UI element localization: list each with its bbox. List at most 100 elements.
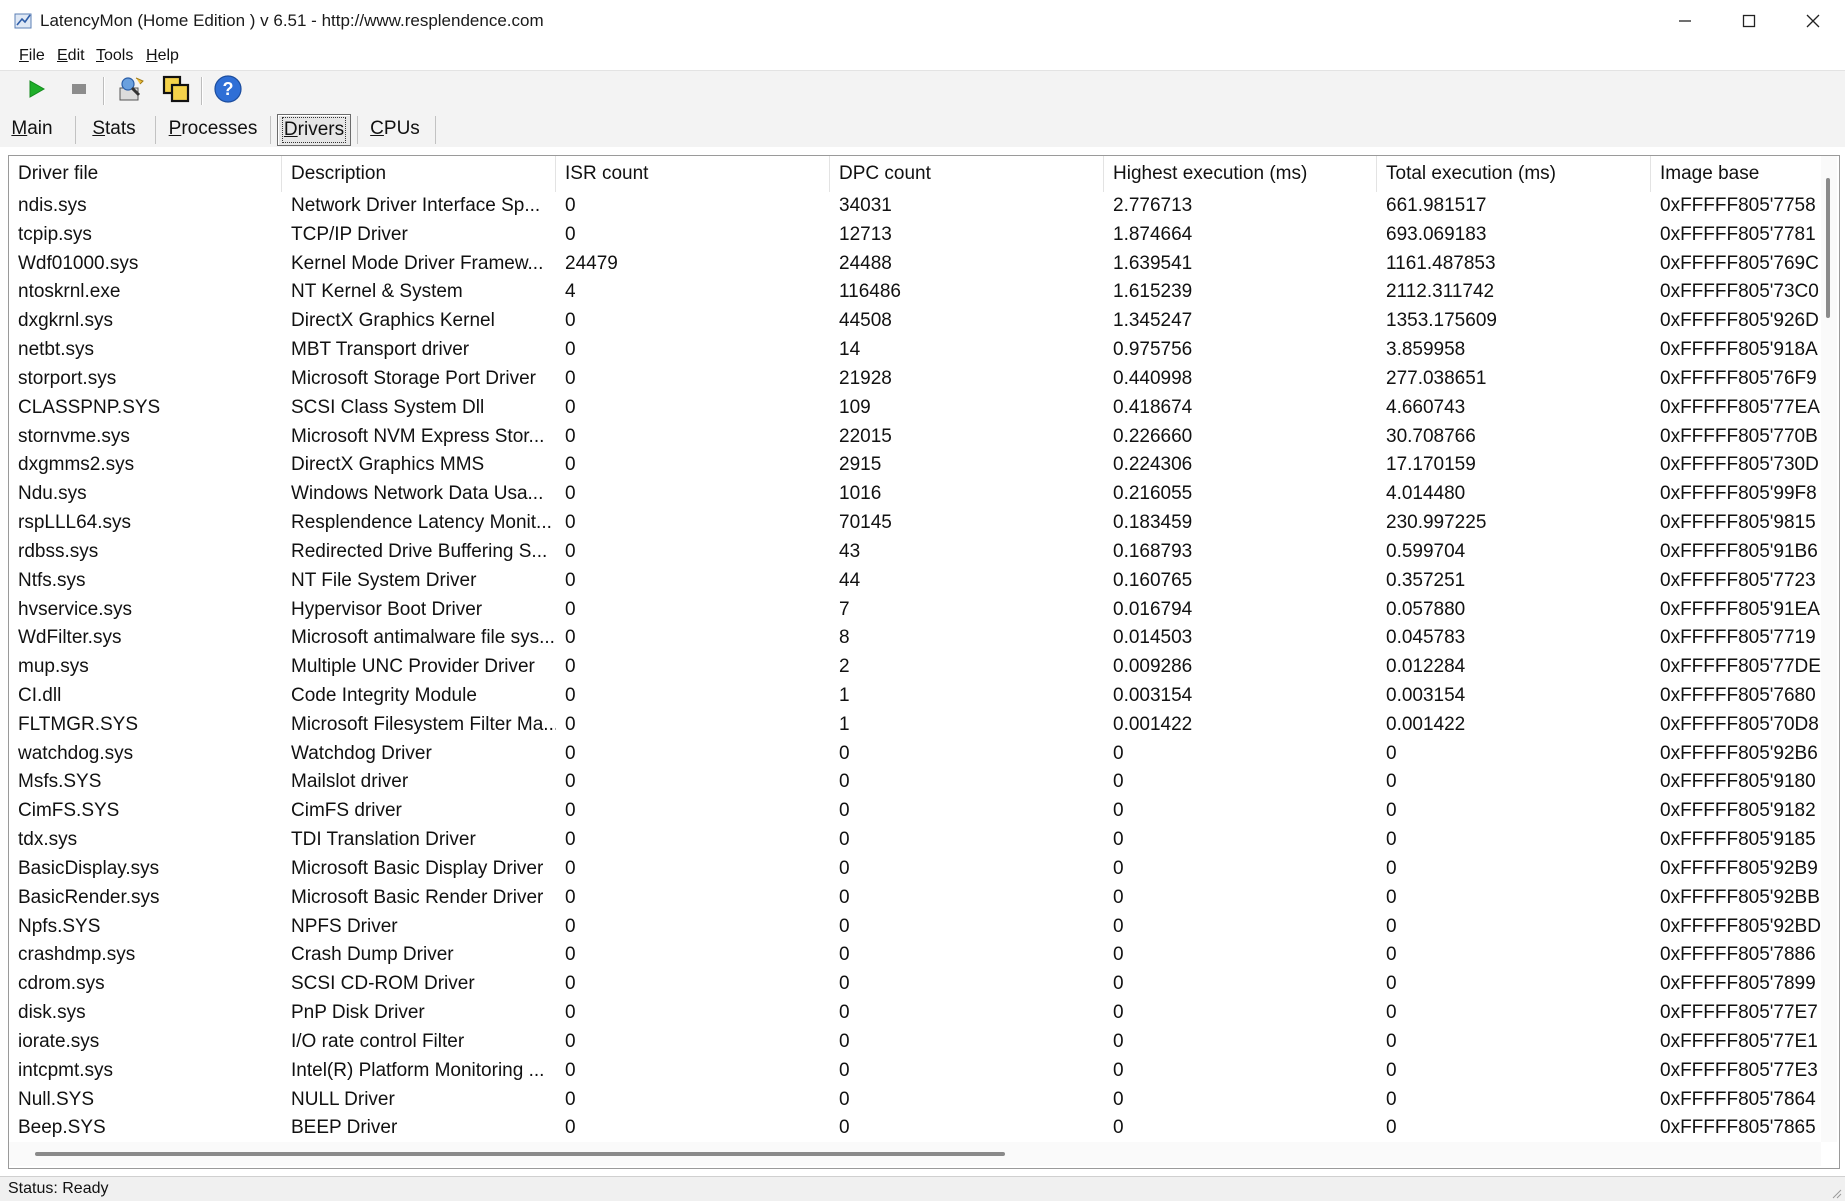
cell-total-execution: 0: [1386, 771, 1397, 793]
report-button[interactable]: [115, 75, 147, 107]
close-button[interactable]: [1781, 0, 1845, 42]
table-row[interactable]: crashdmp.sys Crash Dump Driver 0 0 0 0 0xFFFFF…: [9, 941, 1827, 970]
table-row[interactable]: Null.SYS NULL Driver 0 0 0 0 0xFFFFF805'7864: [9, 1086, 1827, 1115]
column-header-dpc-count[interactable]: DPC count: [830, 156, 1104, 192]
table-row[interactable]: BasicRender.sys Microsoft Basic Render Dr…: [9, 884, 1827, 913]
table-row[interactable]: ndis.sys Network Driver Interface Sp... 0 3…: [9, 192, 1827, 221]
table-row[interactable]: storport.sys Microsoft Storage Port Drive…: [9, 365, 1827, 394]
menu-help[interactable]: Help: [146, 47, 179, 65]
column-header-image-base[interactable]: Image base: [1651, 156, 1827, 192]
table-row[interactable]: Msfs.SYS Mailslot driver 0 0 0 0 0xFFFFF805'91…: [9, 768, 1827, 797]
window-title: LatencyMon (Home Edition ) v 6.51 - http…: [40, 11, 544, 30]
cell-total-execution: 0.012284: [1386, 656, 1466, 678]
table-row[interactable]: mup.sys Multiple UNC Provider Driver 0 2 0.0…: [9, 653, 1827, 682]
cell-highest-execution: 0.440998: [1113, 367, 1193, 389]
cell-isr-count: 0: [565, 713, 576, 735]
resize-grip-icon[interactable]: [1828, 1185, 1842, 1199]
table-row[interactable]: intcpmt.sys Intel(R) Platform Monitoring …: [9, 1057, 1827, 1086]
tab-cpus[interactable]: CPUs: [364, 114, 426, 144]
table-row[interactable]: tcpip.sys TCP/IP Driver 0 12713 1.874664 693.…: [9, 221, 1827, 250]
menu-tools[interactable]: Tools: [96, 47, 133, 65]
cell-description: Redirected Drive Buffering S...: [291, 540, 548, 562]
cell-driver-file: Wdf01000.sys: [18, 252, 139, 274]
table-row[interactable]: rdbss.sys Redirected Drive Buffering S...…: [9, 538, 1827, 567]
cell-total-execution: 0.045783: [1386, 627, 1466, 649]
maximize-button[interactable]: [1717, 0, 1781, 42]
table-row[interactable]: FLTMGR.SYS Microsoft Filesystem Filter Ma…: [9, 711, 1827, 740]
table-row[interactable]: iorate.sys I/O rate control Filter 0 0 0 0 0xF…: [9, 1028, 1827, 1057]
menu-file[interactable]: File: [19, 47, 45, 65]
table-row[interactable]: netbt.sys MBT Transport driver 0 14 0.975756…: [9, 336, 1827, 365]
vertical-scrollbar-thumb[interactable]: [1826, 178, 1830, 318]
cell-highest-execution: 1.639541: [1113, 252, 1193, 274]
table-row[interactable]: WdFilter.sys Microsoft antimalware file s…: [9, 624, 1827, 653]
tab-drivers-rest: rivers: [297, 119, 345, 140]
table-row[interactable]: CimFS.SYS CimFS driver 0 0 0 0 0xFFFFF805'9182: [9, 797, 1827, 826]
column-header-total-execution[interactable]: Total execution (ms): [1377, 156, 1651, 192]
table-row[interactable]: cdrom.sys SCSI CD-ROM Driver 0 0 0 0 0xFFFFF80…: [9, 970, 1827, 999]
table-row[interactable]: Npfs.SYS NPFS Driver 0 0 0 0 0xFFFFF805'92BD: [9, 913, 1827, 942]
table-row[interactable]: Ndu.sys Windows Network Data Usa... 0 1016 0…: [9, 480, 1827, 509]
cell-total-execution: 0: [1386, 800, 1397, 822]
menu-edit[interactable]: Edit: [57, 47, 85, 65]
table-row[interactable]: rspLLL64.sys Resplendence Latency Monit..…: [9, 509, 1827, 538]
table-row[interactable]: Ntfs.sys NT File System Driver 0 44 0.160765…: [9, 567, 1827, 596]
table-row[interactable]: hvservice.sys Hypervisor Boot Driver 0 7 0.0…: [9, 596, 1827, 625]
cell-isr-count: 0: [565, 771, 576, 793]
tab-separator: [435, 116, 436, 144]
cell-driver-file: Npfs.SYS: [18, 915, 101, 937]
cell-highest-execution: 0: [1113, 973, 1124, 995]
cell-isr-count: 0: [565, 425, 576, 447]
column-header-isr-count[interactable]: ISR count: [556, 156, 830, 192]
cell-dpc-count: 43: [839, 540, 861, 562]
table-row[interactable]: BasicDisplay.sys Microsoft Basic Display …: [9, 855, 1827, 884]
cell-description: TDI Translation Driver: [291, 829, 476, 851]
column-header-highest-execution[interactable]: Highest execution (ms): [1104, 156, 1377, 192]
horizontal-scrollbar-thumb[interactable]: [35, 1152, 1005, 1156]
cell-highest-execution: 0: [1113, 857, 1124, 879]
tab-stats[interactable]: Stats: [83, 114, 145, 144]
stop-button[interactable]: [63, 75, 95, 107]
table-row[interactable]: ntoskrnl.exe NT Kernel & System 4 116486 1.6…: [9, 278, 1827, 307]
tab-main-rest: ain: [27, 118, 53, 139]
cell-isr-count: 0: [565, 800, 576, 822]
cell-description: Microsoft Basic Render Driver: [291, 886, 544, 908]
cell-total-execution: 0.057880: [1386, 598, 1466, 620]
minimize-button[interactable]: [1653, 0, 1717, 42]
table-row[interactable]: CLASSPNP.SYS SCSI Class System Dll 0 109 0.4…: [9, 394, 1827, 423]
table-row[interactable]: dxgmms2.sys DirectX Graphics MMS 0 2915 0.22…: [9, 451, 1827, 480]
table-row[interactable]: Wdf01000.sys Kernel Mode Driver Framew...…: [9, 250, 1827, 279]
table-row[interactable]: disk.sys PnP Disk Driver 0 0 0 0 0xFFFFF805'77…: [9, 999, 1827, 1028]
cell-image-base: 0xFFFFF805'73C0: [1660, 281, 1819, 303]
help-icon: ?: [213, 74, 243, 109]
start-button[interactable]: [20, 75, 52, 107]
copy-button[interactable]: [160, 75, 192, 107]
cell-description: NPFS Driver: [291, 915, 398, 937]
cell-total-execution: 17.170159: [1386, 454, 1476, 476]
table-row[interactable]: watchdog.sys Watchdog Driver 0 0 0 0 0xFFFFF80…: [9, 740, 1827, 769]
tab-main[interactable]: Main: [6, 114, 58, 144]
cell-isr-count: 0: [565, 339, 576, 361]
table-row[interactable]: dxgkrnl.sys DirectX Graphics Kernel 0 44508…: [9, 307, 1827, 336]
column-header-description[interactable]: Description: [282, 156, 556, 192]
cell-total-execution: 693.069183: [1386, 223, 1487, 245]
cell-highest-execution: 0.224306: [1113, 454, 1193, 476]
table-row[interactable]: CI.dll Code Integrity Module 0 1 0.003154 0.0…: [9, 682, 1827, 711]
tab-cpus-label: CPUs: [370, 118, 420, 140]
tab-processes[interactable]: Processes: [163, 114, 263, 144]
cell-highest-execution: 0.016794: [1113, 598, 1193, 620]
table-row[interactable]: tdx.sys TDI Translation Driver 0 0 0 0 0xFFFFF…: [9, 826, 1827, 855]
table-row[interactable]: Beep.SYS BEEP Driver 0 0 0 0 0xFFFFF805'7865: [9, 1114, 1827, 1142]
help-button[interactable]: ?: [212, 74, 244, 109]
tab-processes-accel: P: [168, 118, 182, 139]
column-header-driver-file[interactable]: Driver file: [9, 156, 282, 192]
cell-description: Resplendence Latency Monit...: [291, 512, 552, 534]
tab-drivers[interactable]: Drivers: [277, 114, 351, 146]
table-row[interactable]: stornvme.sys Microsoft NVM Express Stor..…: [9, 423, 1827, 452]
cell-total-execution: 0: [1386, 973, 1397, 995]
cell-image-base: 0xFFFFF805'92BB: [1660, 886, 1820, 908]
tab-main-label: Main: [11, 118, 52, 140]
cell-isr-count: 0: [565, 627, 576, 649]
menu-tools-label: ools: [104, 47, 134, 64]
drivers-list[interactable]: Driver file Description ISR count DPC co…: [8, 155, 1840, 1169]
